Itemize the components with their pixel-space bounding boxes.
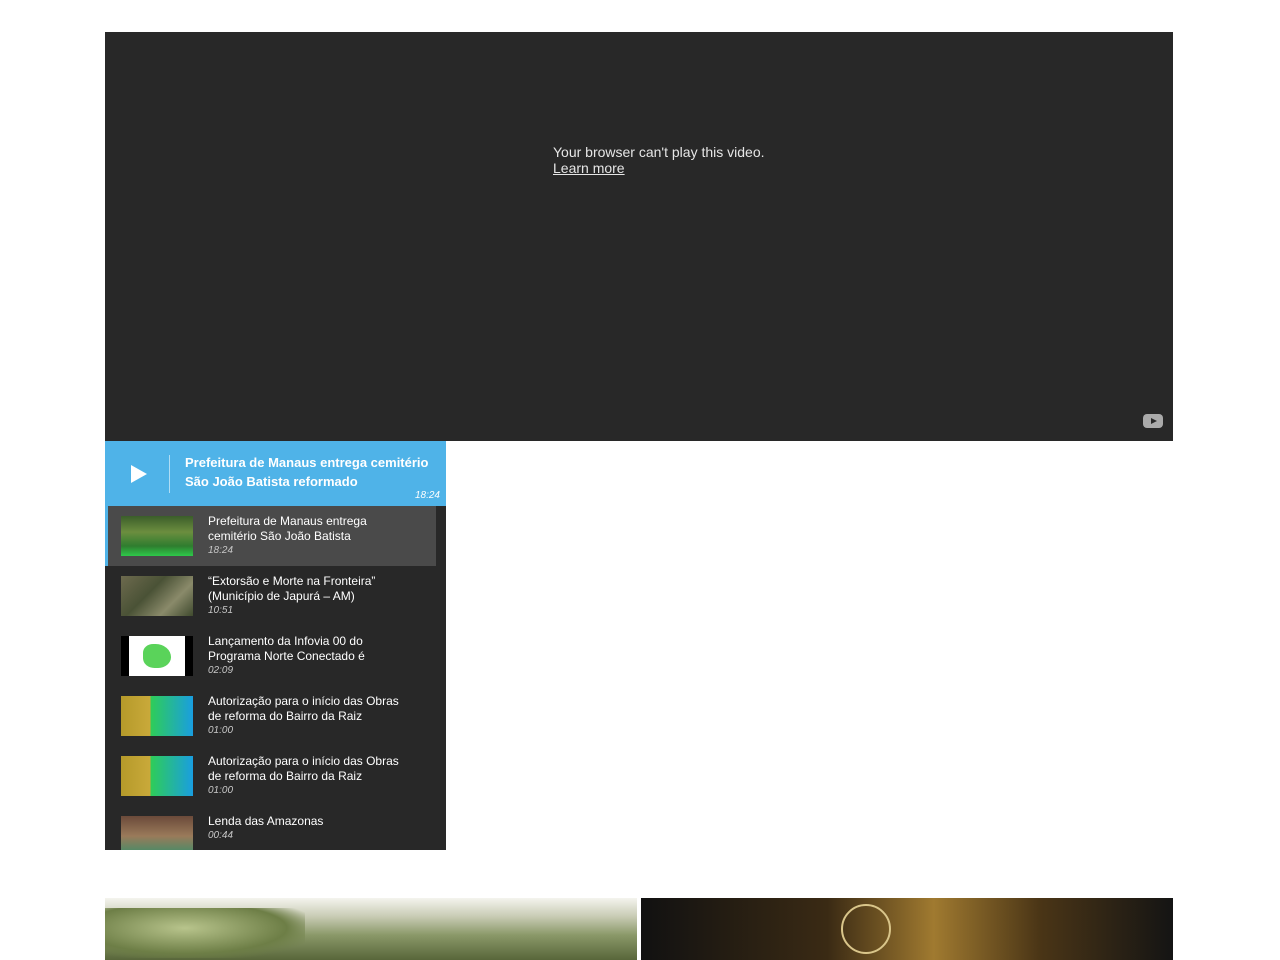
- playlist-item[interactable]: “Extorsão e Morte na Fronteira” (Municíp…: [105, 566, 436, 626]
- learn-more-link[interactable]: Learn more: [553, 160, 765, 176]
- playlist-item[interactable]: Lançamento da Infovia 00 do Programa Nor…: [105, 626, 436, 686]
- now-playing-header[interactable]: Prefeitura de Manaus entrega cemitério S…: [105, 441, 446, 506]
- now-playing-duration: 18:24: [414, 490, 440, 501]
- video-error-message: Your browser can't play this video. Lear…: [553, 144, 765, 176]
- article-image-right[interactable]: [641, 898, 1173, 960]
- playlist-item-title: Lenda das Amazonas: [208, 814, 324, 828]
- playlist-panel: Prefeitura de Manaus entrega cemitério S…: [105, 441, 446, 850]
- play-icon[interactable]: [121, 455, 170, 493]
- article-image-left[interactable]: [105, 898, 637, 960]
- video-thumbnail: [121, 576, 193, 616]
- playlist-item[interactable]: Prefeitura de Manaus entrega cemitério S…: [105, 506, 436, 566]
- playlist-item-duration: 01:00: [208, 725, 234, 736]
- video-thumbnail: [121, 636, 193, 676]
- video-thumbnail: [121, 516, 193, 556]
- playlist-items: Prefeitura de Manaus entrega cemitério S…: [105, 506, 446, 850]
- playlist-item-title: Autorização para o início das Obras de r…: [208, 754, 399, 783]
- video-thumbnail: [121, 696, 193, 736]
- playlist-item-title: “Extorsão e Morte na Fronteira” (Municíp…: [208, 574, 376, 603]
- youtube-logo-icon[interactable]: [1143, 414, 1163, 428]
- playlist-item-title: Prefeitura de Manaus entrega cemitério S…: [208, 514, 367, 543]
- video-thumbnail: [121, 756, 193, 796]
- video-thumbnail: [121, 816, 193, 850]
- playlist-item-title: Lançamento da Infovia 00 do Programa Nor…: [208, 634, 365, 663]
- playlist-item-title: Autorização para o início das Obras de r…: [208, 694, 399, 723]
- playlist-item-duration: 00:44: [208, 830, 234, 841]
- playlist-item-duration: 10:51: [208, 605, 234, 616]
- now-playing-title: Prefeitura de Manaus entrega cemitério S…: [185, 455, 429, 489]
- playlist-item-duration: 02:09: [208, 665, 234, 676]
- playlist-item-duration: 01:00: [208, 785, 234, 796]
- playlist-item[interactable]: Autorização para o início das Obras de r…: [105, 746, 436, 806]
- playlist-item[interactable]: Lenda das Amazonas 00:44: [105, 806, 436, 850]
- map-shape: [143, 644, 171, 668]
- playlist-item[interactable]: Autorização para o início das Obras de r…: [105, 686, 436, 746]
- video-player[interactable]: Your browser can't play this video. Lear…: [105, 32, 1173, 441]
- video-error-text: Your browser can't play this video.: [553, 144, 765, 160]
- playlist-item-duration: 18:24: [208, 545, 234, 556]
